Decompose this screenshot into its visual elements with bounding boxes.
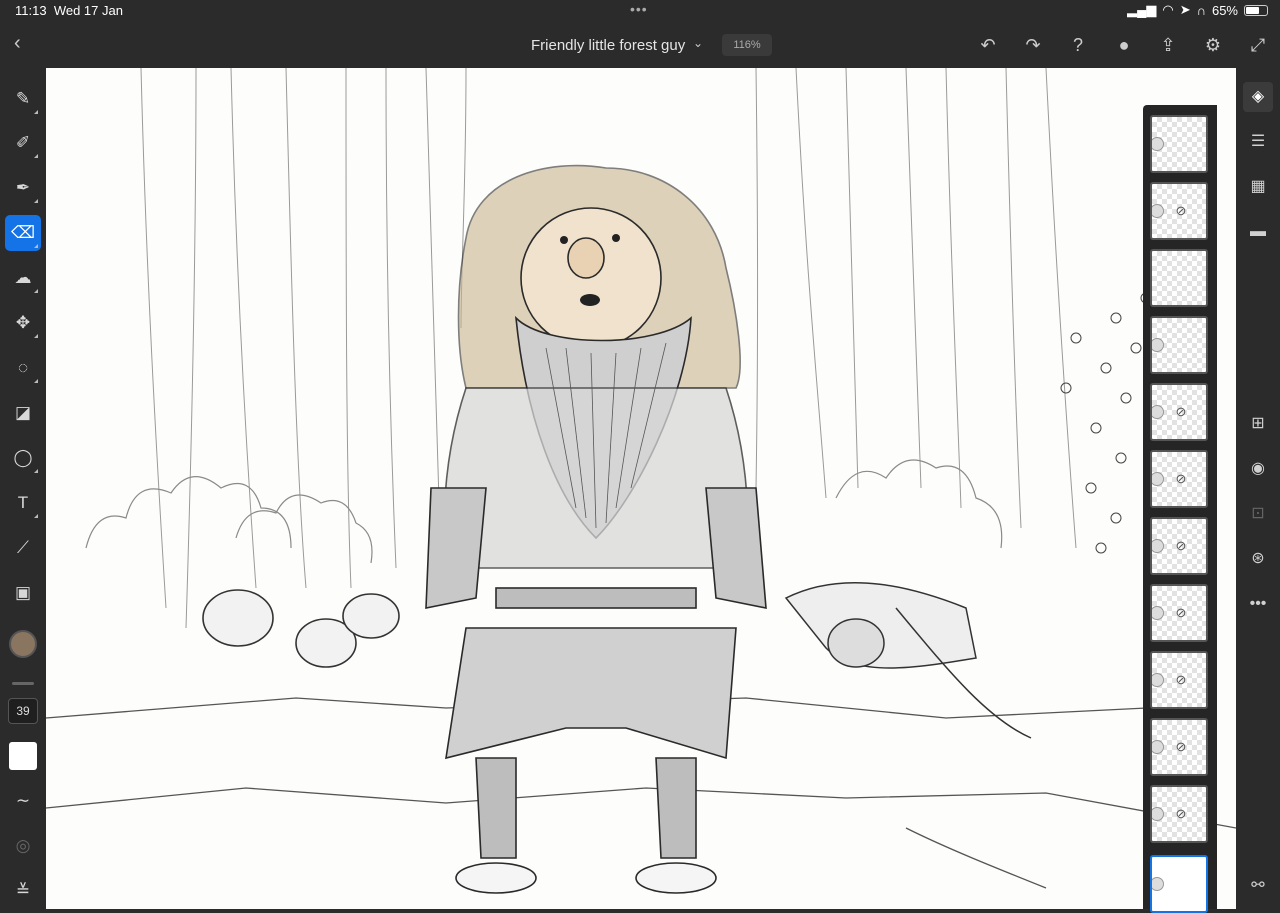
layer-mask-icon[interactable] (1152, 338, 1164, 352)
status-time: 11:13 (15, 3, 47, 18)
top-bar: ‹ Friendly little forest guy ⌄ 116% ↶ ↷ … (0, 22, 1280, 68)
status-time-date: 11:13 Wed 17 Jan (15, 3, 123, 18)
comments-icon[interactable]: ▬ (1243, 217, 1273, 247)
eraser-icon[interactable]: ⌫ (5, 215, 41, 251)
more-options-icon[interactable]: ••• (1243, 589, 1273, 619)
hidden-eye-icon: ⊘ (1175, 605, 1187, 620)
shapes-icon[interactable]: ◯ (5, 440, 41, 476)
blend-mode-icon[interactable]: ⊛ (1243, 544, 1273, 574)
headphones-icon: ∩ (1196, 2, 1206, 18)
layer-thumbnail[interactable] (1150, 249, 1208, 307)
layer-mask-icon[interactable] (1152, 137, 1164, 151)
lasso-icon[interactable]: ◌ (5, 350, 41, 386)
hidden-eye-icon: ⊘ (1175, 404, 1187, 419)
merge-layer-icon: ⊡ (1251, 505, 1265, 522)
hidden-eye-icon: ⊘ (1175, 739, 1187, 754)
hidden-eye-icon: ⊘ (1175, 538, 1187, 553)
battery-percent: 65% (1211, 2, 1238, 18)
invite-icon[interactable]: ● (1113, 34, 1135, 56)
forest-sketch-artwork (46, 68, 1236, 894)
multitasking-dots-icon[interactable]: ••• (630, 1, 648, 17)
brush-size-slider[interactable] (12, 682, 34, 685)
layer-thumbnail[interactable]: ⊘ (1150, 383, 1208, 441)
layer-thumbnail[interactable]: ⊘ (1150, 718, 1208, 776)
brush-size-value[interactable]: 39 (8, 698, 38, 724)
settings-gear-icon[interactable]: ⚙ (1202, 34, 1224, 56)
layer-thumbnail-selected[interactable] (1150, 855, 1208, 913)
undo-icon[interactable]: ↶ (977, 34, 999, 56)
layer-thumbnail[interactable] (1150, 115, 1208, 173)
transform-icon[interactable]: ✥ (5, 305, 41, 341)
back-chevron-icon[interactable]: ‹ (14, 32, 34, 56)
layer-thumbnail[interactable]: ⊘ (1150, 450, 1208, 508)
layer-mask-icon[interactable] (1152, 606, 1164, 620)
add-layer-icon[interactable]: ⊞ (1243, 409, 1273, 439)
adjustments-icon[interactable]: ☰ (1243, 127, 1273, 157)
layer-thumbnail[interactable] (1150, 316, 1208, 374)
status-bar: 11:13 Wed 17 Jan ••• ▂▄▆ ◠ ➤ ∩ 65% (0, 0, 1280, 22)
pressure-icon: ◎ (15, 836, 31, 855)
help-icon[interactable]: ? (1067, 34, 1089, 56)
fill-bucket-icon[interactable]: ◪ (5, 395, 41, 431)
share-icon[interactable]: ⇪ (1157, 34, 1179, 56)
status-right: ▂▄▆ ◠ ➤ ∩ 65% (1127, 2, 1268, 18)
hidden-eye-icon: ⊘ (1175, 203, 1187, 218)
zoom-level[interactable]: 116% (722, 34, 772, 56)
text-icon[interactable]: T (5, 485, 41, 521)
image-icon[interactable]: ▣ (5, 575, 41, 611)
layer-mask-icon[interactable] (1152, 807, 1164, 821)
grid-icon[interactable]: ▦ (1243, 172, 1273, 202)
layer-mask-icon[interactable] (1152, 472, 1164, 486)
hidden-eye-icon: ⊘ (1175, 672, 1187, 687)
layer-mask-icon[interactable] (1152, 405, 1164, 419)
visibility-eye-icon[interactable]: ◉ (1243, 454, 1273, 484)
layer-thumbnail[interactable]: ⊘ (1150, 517, 1208, 575)
layer-mask-icon[interactable] (1152, 673, 1164, 687)
layer-mask-icon[interactable] (1152, 740, 1164, 754)
battery-icon (1244, 4, 1268, 16)
layer-mask-icon[interactable] (1152, 877, 1164, 891)
drawing-canvas[interactable] (46, 68, 1236, 909)
current-color-swatch[interactable] (9, 630, 37, 658)
hidden-eye-icon: ⊘ (1175, 471, 1187, 486)
signal-icon: ▂▄▆ (1127, 2, 1157, 17)
layers-icon[interactable]: ◈ (1243, 82, 1273, 112)
title-chevron-down-icon[interactable]: ⌄ (693, 36, 703, 50)
brush-settings-swatch[interactable] (9, 742, 37, 770)
hidden-eye-icon: ⊘ (1175, 806, 1187, 821)
layer-thumbnail[interactable]: ⊘ (1150, 651, 1208, 709)
location-icon: ➤ (1179, 2, 1191, 17)
eyedropper-icon[interactable]: ⟋ (5, 530, 41, 566)
pixel-brush-icon[interactable]: ✎ (5, 81, 41, 117)
layer-properties-icon[interactable]: ⚯ (1243, 871, 1273, 901)
document-title[interactable]: Friendly little forest guy (531, 37, 685, 54)
left-toolbar: ✎ ✐ ✒ ⌫ ☁ ✥ ◌ ◪ ◯ T ⟋ ▣ 39 ∼ ◎ ≚ (0, 68, 46, 909)
live-brush-icon[interactable]: ✐ (5, 125, 41, 161)
vector-brush-icon[interactable]: ✒ (5, 170, 41, 206)
redo-icon[interactable]: ↷ (1022, 34, 1044, 56)
layer-thumbnail[interactable]: ⊘ (1150, 785, 1208, 843)
fullscreen-icon[interactable]: ⤢ (1247, 34, 1269, 56)
wifi-icon: ◠ (1162, 2, 1174, 17)
status-date: Wed 17 Jan (53, 3, 123, 18)
layers-panel: ⊘ ⊘ ⊘ ⊘ ⊘ ⊘ ⊘ ⊘ (1143, 105, 1217, 913)
stroke-smoothing-icon[interactable]: ∼ (5, 783, 41, 819)
tool-options-icon[interactable]: ≚ (5, 873, 41, 909)
layer-mask-icon[interactable] (1152, 539, 1164, 553)
layer-thumbnail[interactable]: ⊘ (1150, 584, 1208, 642)
smudge-icon[interactable]: ☁ (5, 260, 41, 296)
layer-mask-icon[interactable] (1152, 204, 1164, 218)
layer-thumbnail[interactable]: ⊘ (1150, 182, 1208, 240)
right-toolbar: ◈ ☰ ▦ ▬ ⊞ ◉ ⊡ ⊛ ••• ⚯ (1236, 68, 1280, 909)
